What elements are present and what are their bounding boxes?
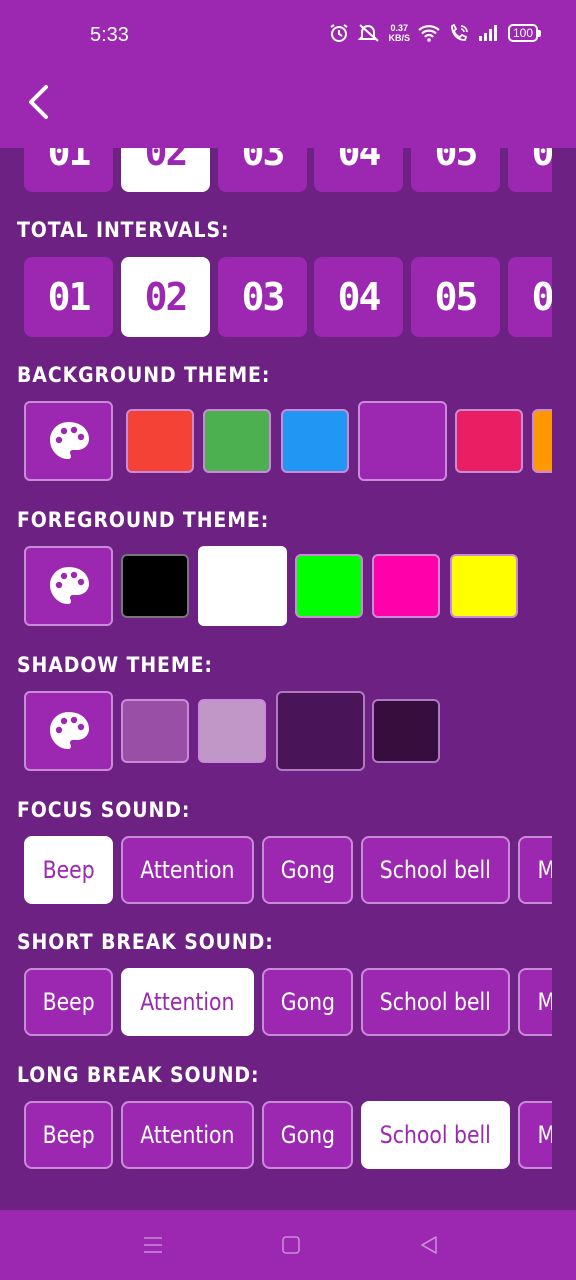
total-intervals-label: TOTAL INTERVALS: bbox=[17, 218, 230, 242]
partial-tile-05[interactable]: 05 bbox=[411, 148, 500, 192]
focus-sound-attention[interactable]: Attention bbox=[121, 836, 254, 904]
net-speed-unit: KB/S bbox=[388, 33, 410, 43]
status-icons: 0.37 KB/S 100 bbox=[328, 22, 542, 44]
home-icon bbox=[282, 1236, 300, 1254]
long-break-sound-more[interactable]: M bbox=[518, 1101, 552, 1169]
system-nav-bar bbox=[0, 1210, 576, 1280]
foreground-swatch-white-selected[interactable] bbox=[198, 546, 287, 626]
long-break-sound-beep[interactable]: Beep bbox=[24, 1101, 113, 1169]
wifi-icon bbox=[418, 22, 440, 44]
system-back-button[interactable] bbox=[416, 1232, 442, 1258]
shadow-theme-label: SHADOW THEME: bbox=[17, 653, 213, 677]
background-swatch-blue[interactable] bbox=[281, 409, 349, 473]
background-theme-label: BACKGROUND THEME: bbox=[17, 363, 271, 387]
custom-color-button[interactable] bbox=[24, 546, 113, 626]
custom-color-button[interactable] bbox=[24, 691, 113, 771]
long-break-sound-row: Beep Attention Gong School bell M bbox=[24, 1101, 552, 1169]
short-break-sound-more[interactable]: M bbox=[518, 968, 552, 1036]
foreground-theme-row bbox=[24, 546, 552, 628]
shadow-swatch-1[interactable] bbox=[121, 699, 189, 763]
partial-tile-06[interactable]: 06 bbox=[508, 148, 552, 192]
back-button[interactable] bbox=[18, 80, 58, 124]
menu-icon bbox=[144, 1237, 162, 1253]
shadow-swatch-2[interactable] bbox=[198, 699, 266, 763]
mute-icon bbox=[358, 22, 380, 44]
chevron-left-icon bbox=[29, 85, 48, 119]
home-button[interactable] bbox=[278, 1232, 304, 1258]
interval-option-selected[interactable]: 02 bbox=[121, 257, 210, 337]
wifi-calling-icon bbox=[448, 22, 470, 44]
partial-tile-01[interactable]: 01 bbox=[24, 148, 113, 192]
alarm-icon bbox=[328, 22, 350, 44]
foreground-theme-label: FOREGROUND THEME: bbox=[17, 508, 270, 532]
focus-sound-more[interactable]: M bbox=[518, 836, 552, 904]
palette-icon bbox=[49, 567, 89, 604]
focus-sound-label: FOCUS SOUND: bbox=[17, 798, 191, 822]
short-break-sound-school-bell[interactable]: School bell bbox=[361, 968, 510, 1036]
shadow-theme-row bbox=[24, 691, 552, 773]
interval-option[interactable]: 01 bbox=[24, 257, 113, 337]
background-theme-row bbox=[24, 401, 552, 483]
signal-icon bbox=[478, 22, 500, 44]
long-break-sound-gong[interactable]: Gong bbox=[262, 1101, 353, 1169]
shadow-swatch-4[interactable] bbox=[372, 699, 440, 763]
foreground-swatch-black[interactable] bbox=[121, 554, 189, 618]
foreground-swatch-magenta[interactable] bbox=[372, 554, 440, 618]
background-swatch-pink[interactable] bbox=[455, 409, 523, 473]
focus-sound-row: Beep Attention Gong School bell M bbox=[24, 836, 552, 904]
short-break-sound-row: Beep Attention Gong School bell M bbox=[24, 968, 552, 1036]
partial-tile-04[interactable]: 04 bbox=[314, 148, 403, 192]
settings-scroll[interactable]: 01 02 03 04 05 06 TOTAL INTERVALS: 01 02… bbox=[0, 148, 576, 1210]
interval-option[interactable]: 03 bbox=[218, 257, 307, 337]
partial-number-row: 01 02 03 04 05 06 bbox=[24, 148, 552, 192]
recents-button[interactable] bbox=[140, 1232, 166, 1258]
interval-option[interactable]: 05 bbox=[411, 257, 500, 337]
back-triangle-icon bbox=[421, 1236, 437, 1254]
focus-sound-school-bell[interactable]: School bell bbox=[361, 836, 510, 904]
custom-color-button[interactable] bbox=[24, 401, 113, 481]
background-swatch-orange[interactable] bbox=[532, 409, 552, 473]
interval-option[interactable]: 04 bbox=[314, 257, 403, 337]
net-speed-value: 0.37 bbox=[390, 23, 408, 33]
long-break-sound-attention[interactable]: Attention bbox=[121, 1101, 254, 1169]
foreground-swatch-yellow[interactable] bbox=[450, 554, 518, 618]
long-break-sound-school-bell[interactable]: School bell bbox=[361, 1101, 510, 1169]
interval-option[interactable]: 06 bbox=[508, 257, 552, 337]
background-swatch-red[interactable] bbox=[126, 409, 194, 473]
shadow-swatch-3-selected[interactable] bbox=[276, 691, 365, 771]
background-swatch-purple-selected[interactable] bbox=[358, 401, 447, 481]
short-break-sound-label: SHORT BREAK SOUND: bbox=[17, 930, 274, 954]
status-time: 5:33 bbox=[90, 24, 129, 46]
focus-sound-beep[interactable]: Beep bbox=[24, 836, 113, 904]
net-speed: 0.37 KB/S bbox=[388, 23, 410, 43]
short-break-sound-attention[interactable]: Attention bbox=[121, 968, 254, 1036]
background-swatch-green[interactable] bbox=[203, 409, 271, 473]
partial-tile-03[interactable]: 03 bbox=[218, 148, 307, 192]
focus-sound-gong[interactable]: Gong bbox=[262, 836, 353, 904]
long-break-sound-label: LONG BREAK SOUND: bbox=[17, 1063, 260, 1087]
battery-indicator: 100 bbox=[507, 24, 542, 42]
short-break-sound-gong[interactable]: Gong bbox=[262, 968, 353, 1036]
short-break-sound-beep[interactable]: Beep bbox=[24, 968, 113, 1036]
app-bar: 5:33 0.37 KB/S 100 bbox=[0, 0, 576, 148]
palette-icon bbox=[49, 712, 89, 749]
foreground-swatch-green[interactable] bbox=[295, 554, 363, 618]
partial-tile-02[interactable]: 02 bbox=[121, 148, 210, 192]
palette-icon bbox=[49, 422, 89, 459]
total-intervals-row: 01 02 03 04 05 06 bbox=[24, 257, 552, 337]
